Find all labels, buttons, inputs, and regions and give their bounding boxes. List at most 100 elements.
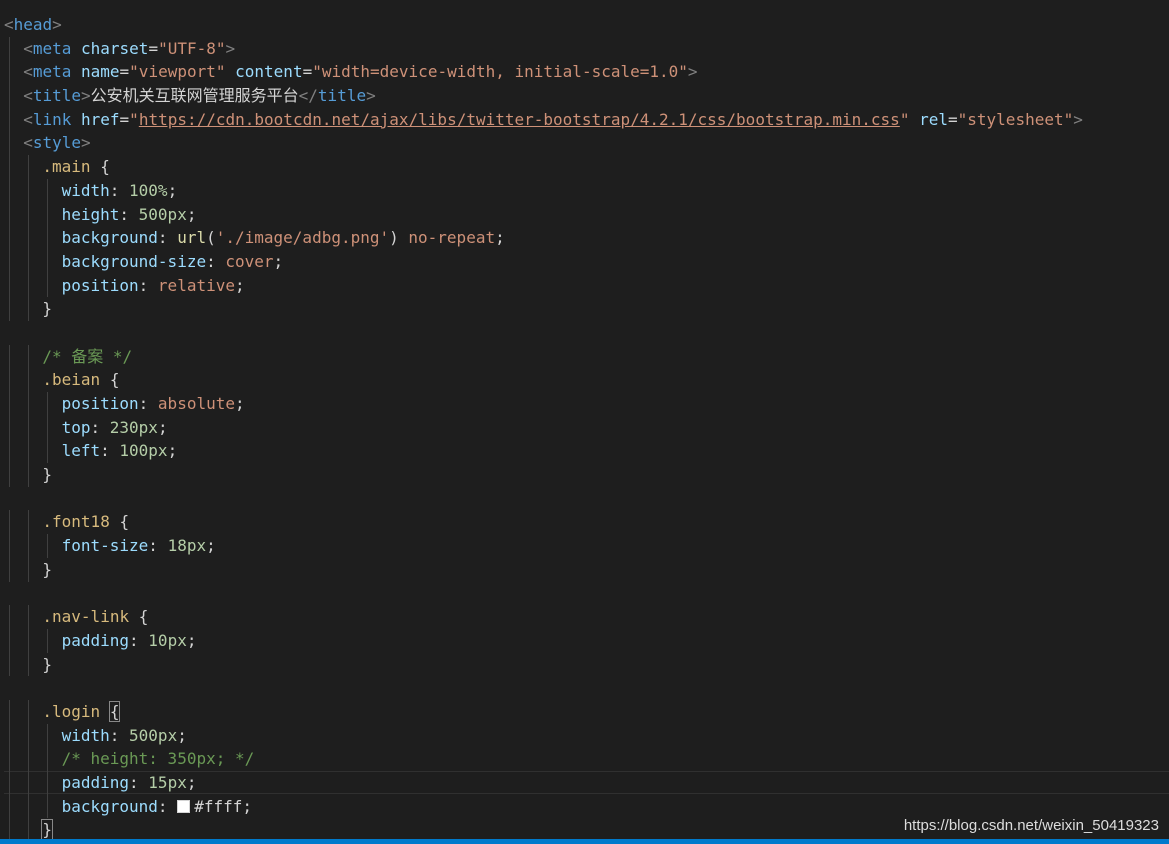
code-line[interactable]: background: url('./image/adbg.png') no-r… — [4, 226, 1083, 250]
code-token-pun: : — [138, 275, 158, 295]
code-line[interactable]: <head> — [4, 13, 1083, 37]
code-line[interactable] — [4, 321, 1083, 345]
indent-guide — [9, 557, 10, 582]
indent-guide — [9, 273, 10, 298]
code-line[interactable] — [4, 582, 1083, 606]
indent-guide — [28, 439, 30, 464]
code-token-sel: .main — [42, 157, 91, 177]
code-token-num: 230px — [109, 417, 158, 437]
code-token-br: < — [23, 109, 33, 129]
code-token-num: 100px — [119, 441, 168, 461]
code-line[interactable]: .login { — [4, 699, 1083, 724]
indent-guide — [28, 178, 30, 203]
code-token-br: > — [225, 38, 236, 58]
code-line[interactable]: } — [4, 557, 1083, 582]
code-line[interactable]: .nav-link { — [4, 605, 1083, 629]
indent-guide — [28, 249, 30, 274]
code-line[interactable]: .font18 { — [4, 510, 1083, 535]
indent-guide — [47, 747, 49, 771]
indent-guide — [47, 794, 49, 819]
indent-guide — [28, 628, 30, 653]
code-line[interactable]: <style> — [4, 131, 1083, 156]
indent-guide — [28, 818, 30, 839]
indent-guide — [47, 771, 49, 795]
code-token-num: 500px — [138, 204, 187, 224]
indent-guide — [9, 36, 10, 61]
color-swatch-icon[interactable] — [177, 799, 191, 813]
code-line[interactable]: position: relative; — [4, 273, 1083, 298]
indent-guide — [47, 392, 49, 416]
code-token-str: "UTF-8" — [158, 38, 226, 58]
code-token-pun: ; — [234, 275, 245, 295]
code-token-br: < — [23, 133, 33, 153]
code-line[interactable]: .main { — [4, 155, 1083, 179]
indent-guide — [9, 178, 10, 203]
code-token-attr: rel — [919, 109, 948, 129]
code-token-pun: ; — [157, 417, 168, 437]
code-line[interactable]: /* height: 350px; */ — [4, 747, 1083, 771]
code-line[interactable]: background: #ffff; — [4, 794, 1083, 819]
indent-guide — [9, 463, 10, 487]
code-token-str: './image/adbg.png' — [215, 228, 390, 248]
code-line[interactable]: width: 500px; — [4, 723, 1083, 748]
code-token-prop: height — [61, 204, 120, 224]
indent-guide — [28, 605, 30, 629]
code-token-pun: = — [119, 109, 130, 129]
code-token-attr: href — [81, 109, 120, 129]
indent-guide — [9, 510, 10, 535]
code-line[interactable] — [4, 487, 1083, 511]
code-token-pun: { — [129, 607, 149, 627]
code-token-attr: charset — [81, 38, 149, 58]
code-editor[interactable]: <head> <meta charset="UTF-8"> <meta name="… — [0, 0, 1169, 839]
code-token-tag: title — [317, 86, 367, 106]
code-token-pun: ; — [242, 796, 252, 816]
indent-guide — [47, 628, 49, 653]
code-line[interactable]: <title>公安机关互联网管理服务平台</title> — [4, 84, 1083, 108]
code-line[interactable]: left: 100px; — [4, 439, 1083, 464]
code-line[interactable]: <meta name="viewport" content="width=dev… — [4, 60, 1083, 85]
indent-guide — [9, 415, 10, 440]
indent-guide — [9, 534, 10, 558]
code-token-str: "stylesheet" — [957, 109, 1074, 129]
code-token-num: 15px — [148, 773, 187, 792]
code-line[interactable]: width: 100%; — [4, 178, 1083, 203]
code-line[interactable]: <link href="https://cdn.bootcdn.net/ajax… — [4, 107, 1083, 132]
indent-guide — [9, 107, 10, 132]
indent-guide — [47, 723, 49, 748]
indent-guide — [28, 273, 30, 298]
code-token-pun: : — [157, 228, 178, 248]
code-line[interactable]: } — [4, 652, 1083, 677]
indent-guide — [9, 60, 10, 85]
code-lines[interactable]: <head> <meta charset="UTF-8"> <meta name="… — [4, 13, 1083, 839]
code-token-prop: top — [61, 417, 91, 437]
code-line[interactable]: position: absolute; — [4, 392, 1083, 416]
code-token-url[interactable]: https://cdn.bootcdn.net/ajax/libs/twitte… — [139, 110, 900, 129]
indent-guide — [47, 415, 49, 440]
code-token-sel: .font18 — [42, 512, 110, 532]
code-token-br: </ — [298, 86, 318, 106]
code-line[interactable]: /* 备案 */ — [4, 344, 1083, 369]
code-line[interactable]: height: 500px; — [4, 202, 1083, 227]
indent-guide — [9, 84, 10, 108]
code-token-tag: head — [13, 15, 53, 34]
code-line[interactable]: } — [4, 297, 1083, 321]
code-line[interactable]: padding: 15px; — [4, 771, 1083, 795]
code-line[interactable]: font-size: 18px; — [4, 534, 1083, 558]
code-line[interactable]: <meta charset="UTF-8"> — [4, 36, 1083, 61]
code-token-br: > — [81, 133, 91, 153]
code-line[interactable]: padding: 10px; — [4, 628, 1083, 653]
indent-guide — [47, 202, 49, 227]
code-token-tag: link — [32, 109, 72, 129]
code-line[interactable]: background-size: cover; — [4, 249, 1083, 274]
code-token-num: 10px — [148, 630, 187, 650]
code-line[interactable]: top: 230px; — [4, 415, 1083, 440]
indent-guide — [9, 249, 10, 274]
code-line[interactable] — [4, 676, 1083, 700]
indent-guide — [9, 368, 10, 392]
indent-guide — [28, 794, 30, 819]
code-line[interactable]: .beian { — [4, 368, 1083, 392]
matched-bracket: } — [41, 819, 53, 839]
code-token-cm: /* height: 350px; */ — [61, 749, 255, 769]
code-token-br: < — [4, 15, 14, 34]
code-line[interactable]: } — [4, 463, 1083, 487]
